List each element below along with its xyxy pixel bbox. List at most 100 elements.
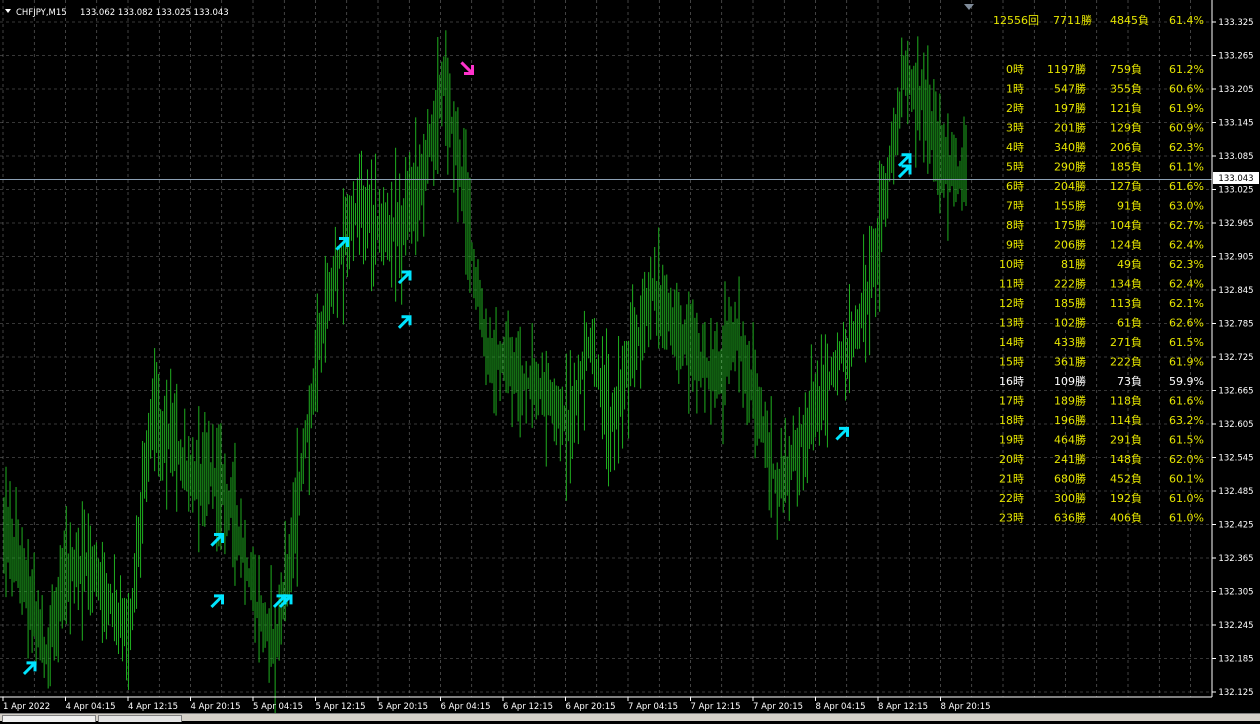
hour-rate: 63.0% [1169,200,1204,213]
hour-rate: 61.2% [1169,63,1204,76]
time-tick-label: 4 Apr 04:15 [66,702,116,712]
hour-rate: 61.9% [1169,356,1204,369]
chart-title: CHFJPY,M15 133.062 133.082 133.025 133.0… [5,8,229,18]
time-tick-label: 7 Apr 04:15 [628,702,678,712]
time-tick-label: 4 Apr 20:15 [191,702,241,712]
hour-rate: 62.1% [1169,297,1204,310]
price-axis[interactable]: 133.325 133.265 133.205 133.145 133.085 133.0… [1212,18,1254,698]
hour-label: 18時 [999,414,1024,427]
hour-label: 0時 [1006,63,1024,76]
time-tick-label: 5 Apr 12:15 [316,702,366,712]
hour-label: 17時 [999,395,1024,408]
hour-rate: 62.3% [1169,258,1204,271]
hour-rate: 61.0% [1169,492,1204,505]
hour-label: 19時 [999,434,1024,447]
hour-rate: 59.9% [1169,375,1204,388]
current-price-tag: 133.043 [1213,172,1259,184]
hour-label: 14時 [999,336,1024,349]
hour-losses: 134負 [1110,278,1142,291]
price-tick-label: 132.485 [1218,487,1253,497]
total-count: 12556回 [993,14,1039,27]
hour-rate: 62.6% [1169,317,1204,330]
time-tick-label: 7 Apr 12:15 [691,702,741,712]
price-tick-label: 132.185 [1218,655,1253,665]
time-tick-label: 8 Apr 04:15 [816,702,866,712]
hour-wins: 155勝 [1054,199,1086,213]
time-tick-label: 5 Apr 20:15 [378,702,428,712]
price-tick-label: 132.305 [1218,588,1253,598]
hour-losses: 61負 [1117,317,1142,330]
time-tick-label: 7 Apr 20:15 [753,702,803,712]
hour-losses: 118負 [1110,395,1142,408]
hour-wins: 197勝 [1054,101,1086,115]
hour-rate: 61.9% [1169,102,1204,115]
hour-wins: 196勝 [1054,413,1086,427]
time-tick-label: 8 Apr 20:15 [941,702,991,712]
hour-rate: 63.2% [1169,414,1204,427]
hour-wins: 636勝 [1054,511,1086,525]
hour-losses: 206負 [1110,141,1142,154]
price-tick-label: 133.085 [1218,152,1253,162]
time-tick-label: 5 Apr 04:15 [253,702,303,712]
hour-wins: 547勝 [1054,82,1086,96]
hour-losses: 114負 [1110,414,1142,427]
hour-rate: 60.9% [1169,122,1204,135]
price-tick-label: 132.365 [1218,554,1253,564]
hour-label: 22時 [999,492,1024,505]
hour-label: 10時 [999,258,1024,271]
hour-label: 23時 [999,512,1024,525]
price-tick-label: 133.025 [1218,186,1253,196]
price-tick-label: 132.965 [1218,219,1253,229]
price-tick-label: 133.265 [1218,52,1253,62]
hour-losses: 759負 [1110,63,1142,76]
hour-label: 8時 [1006,219,1024,232]
price-tick-label: 132.905 [1218,253,1253,263]
hour-losses: 222負 [1110,356,1142,369]
hour-wins: 81勝 [1061,257,1086,271]
hour-rate: 61.6% [1169,180,1204,193]
hour-label: 12時 [999,297,1024,310]
hour-label: 21時 [999,473,1024,486]
time-tick-label: 1 Apr 2022 [3,702,50,712]
hour-rate: 60.6% [1169,83,1204,96]
hour-wins: 175勝 [1054,218,1086,232]
price-tick-label: 133.325 [1218,18,1253,28]
chart-tab[interactable] [2,715,96,722]
hour-wins: 222勝 [1054,277,1086,291]
hour-label: 4時 [1006,141,1024,154]
chart-tab[interactable] [98,715,182,722]
hour-rate: 61.6% [1169,395,1204,408]
total-losses: 4845負 [1110,14,1149,27]
price-tick-label: 132.605 [1218,420,1253,430]
hour-losses: 104負 [1110,219,1142,232]
hour-rate: 62.0% [1169,453,1204,466]
hour-rate: 62.3% [1169,141,1204,154]
hour-rate: 60.1% [1169,473,1204,486]
hour-wins: 185勝 [1054,296,1086,310]
hour-label: 5時 [1006,161,1024,174]
time-tick-label: 8 Apr 12:15 [878,702,928,712]
time-tick-label: 6 Apr 04:15 [441,702,491,712]
hour-losses: 127負 [1110,180,1142,193]
price-tick-label: 132.425 [1218,521,1253,531]
hour-losses: 291負 [1110,434,1142,447]
current-price-label: 133.043 [1218,174,1253,184]
hour-wins: 680勝 [1054,472,1086,486]
hour-losses: 192負 [1110,492,1142,505]
hour-wins: 464勝 [1054,433,1086,447]
ohlc-values: 133.062 133.082 133.025 133.043 [80,8,229,18]
hour-label: 3時 [1006,122,1024,135]
hour-wins: 361勝 [1054,355,1086,369]
hour-losses: 185負 [1110,161,1142,174]
chart-window[interactable]: 133.325 133.265 133.205 133.145 133.085 133.0… [0,0,1260,720]
price-tick-label: 133.145 [1218,119,1253,129]
hour-wins: 206勝 [1054,238,1086,252]
hour-label: 20時 [999,453,1024,466]
hour-losses: 129負 [1110,122,1142,135]
total-wins: 7711勝 [1053,13,1092,27]
hour-label: 11時 [999,278,1024,291]
hour-losses: 452負 [1110,473,1142,486]
hour-wins: 189勝 [1054,394,1086,408]
price-tick-label: 132.245 [1218,621,1253,631]
hour-losses: 49負 [1117,258,1142,271]
